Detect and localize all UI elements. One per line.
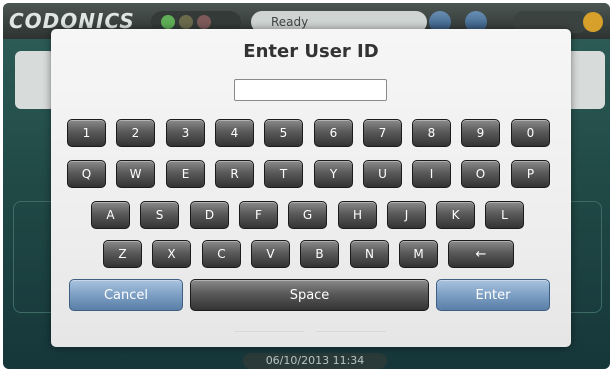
key-p[interactable]: P: [511, 160, 550, 188]
cancel-button[interactable]: Cancel: [69, 279, 183, 311]
key-9[interactable]: 9: [461, 119, 500, 147]
key-8[interactable]: 8: [412, 119, 451, 147]
left-side-button[interactable]: [15, 51, 55, 109]
key-4[interactable]: 4: [215, 119, 254, 147]
key-y[interactable]: Y: [314, 160, 353, 188]
key-a[interactable]: A: [91, 201, 130, 229]
status-light-amber-icon: [179, 15, 193, 29]
user-id-input[interactable]: [234, 79, 387, 101]
key-o[interactable]: O: [461, 160, 500, 188]
backspace-key[interactable]: ←: [448, 240, 514, 268]
key-f[interactable]: F: [239, 201, 278, 229]
datetime-display: 06/10/2013 11:34: [243, 353, 387, 369]
key-c[interactable]: C: [202, 240, 241, 268]
key-l[interactable]: L: [485, 201, 524, 229]
key-k[interactable]: K: [436, 201, 475, 229]
status-light-green-icon: [161, 15, 175, 29]
key-6[interactable]: 6: [314, 119, 353, 147]
status-light-red-icon: [197, 15, 211, 29]
key-3[interactable]: 3: [166, 119, 205, 147]
key-n[interactable]: N: [350, 240, 389, 268]
key-0[interactable]: 0: [511, 119, 550, 147]
key-u[interactable]: U: [363, 160, 402, 188]
key-7[interactable]: 7: [363, 119, 402, 147]
key-x[interactable]: X: [152, 240, 191, 268]
key-g[interactable]: G: [288, 201, 327, 229]
backspace-arrow-icon: ←: [475, 246, 487, 262]
key-2[interactable]: 2: [116, 119, 155, 147]
space-key[interactable]: Space: [190, 279, 429, 311]
dialog-title: Enter User ID: [243, 41, 379, 62]
key-m[interactable]: M: [399, 240, 438, 268]
key-r[interactable]: R: [215, 160, 254, 188]
key-t[interactable]: T: [264, 160, 303, 188]
divider: [316, 331, 386, 332]
key-w[interactable]: W: [116, 160, 155, 188]
divider: [234, 331, 304, 332]
key-j[interactable]: J: [387, 201, 426, 229]
key-d[interactable]: D: [190, 201, 229, 229]
enter-button[interactable]: Enter: [436, 279, 550, 311]
key-s[interactable]: S: [140, 201, 179, 229]
key-b[interactable]: B: [300, 240, 339, 268]
key-1[interactable]: 1: [67, 119, 106, 147]
key-v[interactable]: V: [251, 240, 290, 268]
key-i[interactable]: I: [412, 160, 451, 188]
enter-user-id-dialog: Enter User ID 1234567890 QWERTYUIOP ASDFGH…: [51, 29, 571, 347]
key-z[interactable]: Z: [103, 240, 142, 268]
key-e[interactable]: E: [166, 160, 205, 188]
key-h[interactable]: H: [338, 201, 377, 229]
settings-icon[interactable]: [583, 12, 603, 32]
key-q[interactable]: Q: [67, 160, 106, 188]
key-5[interactable]: 5: [264, 119, 303, 147]
